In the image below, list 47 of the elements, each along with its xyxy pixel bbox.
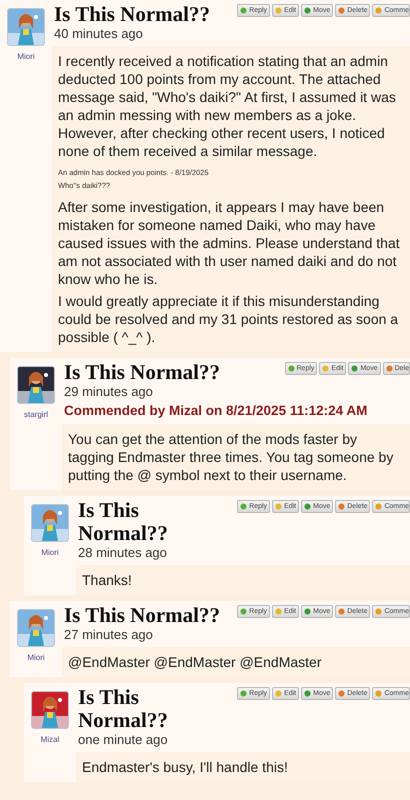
- action-icon: [240, 690, 248, 697]
- action-icon: [375, 690, 382, 697]
- action-icon: [338, 690, 346, 697]
- action-icon: [375, 503, 382, 510]
- action-icon: [338, 608, 346, 615]
- action-icon: [275, 7, 282, 14]
- action-icon: [304, 7, 312, 14]
- action-icon: [338, 7, 346, 14]
- action-icon: [288, 365, 294, 372]
- action-icon: [240, 7, 248, 14]
- username[interactable]: Mizal: [40, 735, 60, 744]
- action-icon: [375, 608, 382, 615]
- action-icon: [338, 503, 346, 510]
- post-paragraph: Thanks!: [82, 571, 133, 589]
- action-icon: [375, 7, 382, 14]
- action-icon: [275, 503, 282, 510]
- post-paragraph: @EndMaster @EndMaster @EndMaster: [68, 653, 323, 671]
- username[interactable]: stargirl: [24, 410, 48, 419]
- action-icon: [275, 608, 282, 615]
- post-paragraph: Endmaster's busy, I'll handle this!: [82, 758, 289, 776]
- action-icon: [304, 503, 312, 510]
- action-icon: [304, 608, 312, 615]
- action-icon: [240, 608, 248, 615]
- action-icon: [304, 690, 312, 697]
- post-title: Is This Normal??: [64, 604, 221, 627]
- post-time: 40 minutes ago: [54, 26, 144, 42]
- post-paragraph: After some investigation, it appears I may have been mistaken for someone named Daiki, who may have caused issues with the admins. Please understand that am not associated with th user named daiki and do not know who he is.: [58, 198, 401, 288]
- post-time: 28 minutes ago: [78, 545, 168, 561]
- username[interactable]: Miori: [41, 548, 59, 557]
- post-title: Is This Normal??: [78, 686, 169, 732]
- post-title: Is This Normal??: [54, 3, 211, 26]
- post-paragraph: You can get the attention of the mods faster by tagging Endmaster three times. You tag someone by putting the @ symbol next to their username.: [68, 430, 394, 484]
- action-icon: [386, 365, 393, 372]
- action-icon: [275, 690, 282, 697]
- username[interactable]: Miori: [27, 653, 45, 662]
- post-title: Is This Normal??: [78, 499, 169, 545]
- post-paragraph: I recently received a notification stating that an admin deducted 100 points from my account. The attached message said, "Who's daiki?" At first, I assumed it was an admin messing with new members as a joke. However, after checking other recent users, I noticed none of them received a similar message.: [58, 52, 397, 160]
- action-icon: [351, 365, 358, 372]
- post-time: 29 minutes ago: [64, 384, 154, 400]
- action-icon: [240, 503, 248, 510]
- post-time: one minute ago: [78, 732, 169, 748]
- post-paragraph: I would greatly appreciate it if this misunderstanding could be resolved and my 31 points restored as soon a possible ( ^_^ ).: [58, 292, 400, 346]
- username[interactable]: Miori: [17, 52, 35, 61]
- commendation-text: Commended by Mizal on 8/21/2025 11:12:24 AM: [64, 402, 368, 420]
- post-time: 27 minutes ago: [64, 627, 154, 643]
- post-title: Is This Normal??: [64, 361, 221, 384]
- action-icon: [322, 365, 330, 372]
